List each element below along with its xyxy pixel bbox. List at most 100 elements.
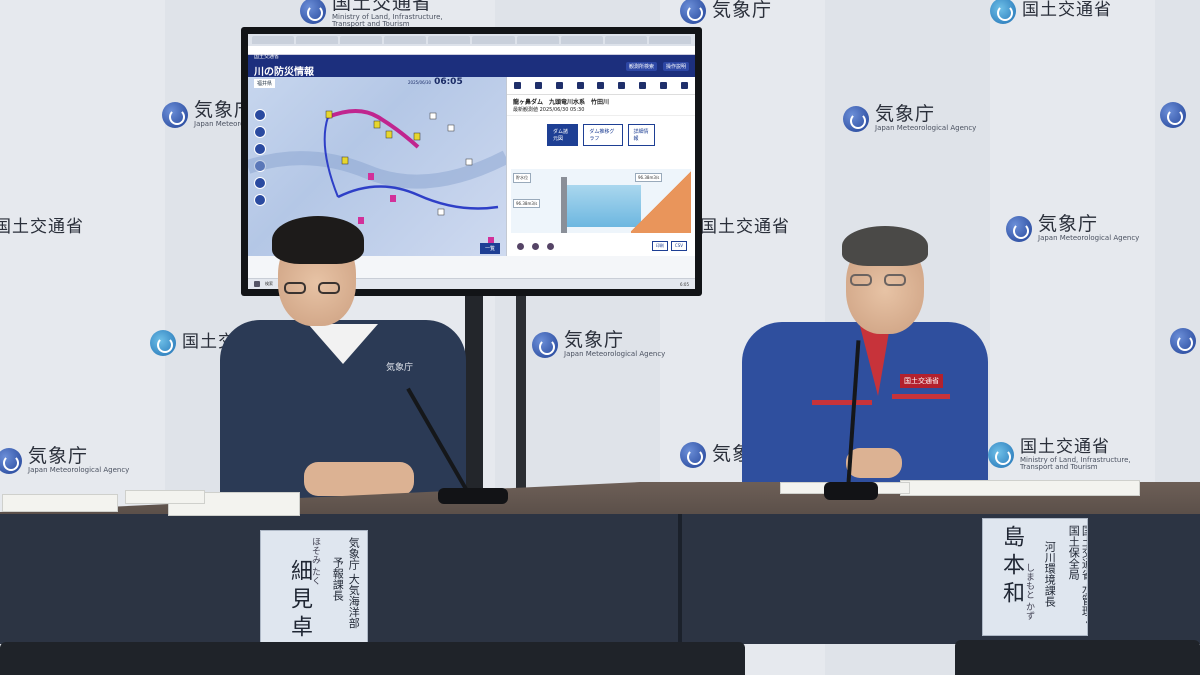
line-icon[interactable]	[547, 243, 554, 250]
backdrop-logo-mlit: 国土交通省	[990, 0, 1140, 34]
jma-logo-icon	[843, 106, 869, 132]
river-route-warning	[327, 109, 420, 149]
nameplate-org: 国土交通省 水管理・国土保全局	[1067, 525, 1088, 628]
browser-address-bar[interactable]	[248, 46, 695, 55]
dam-observed-time: 最新観測値 2025/06/30 05:30	[513, 107, 585, 113]
glasses-right-lens	[884, 274, 906, 286]
logo-text: 国土交通省	[1020, 436, 1110, 457]
dam-diagram: 貯水位 96.38m3/s 96.38m3/s	[511, 169, 691, 233]
document-sheet	[125, 490, 205, 504]
logo-text: 国土交通省	[332, 0, 433, 14]
export-buttons: 印刷 CSV	[651, 241, 687, 251]
browser-tab[interactable]	[340, 36, 383, 44]
nameplate-org: 気象庁 大気海洋部	[347, 537, 361, 629]
logo-text: 気象庁	[712, 0, 773, 22]
jma-logo-icon	[0, 448, 22, 474]
station-search-button[interactable]: 観測所検索	[625, 61, 657, 71]
tide-icon[interactable]	[660, 82, 668, 89]
browser-tab[interactable]	[648, 36, 691, 44]
microphone-base	[824, 482, 878, 500]
nameplate-role: 予報課長	[331, 557, 345, 601]
jma-logo-icon	[532, 332, 558, 358]
reservoir-water	[567, 185, 641, 227]
browser-tab[interactable]	[472, 36, 515, 44]
logo-subtext: Ministry of Land, Infrastructure, Transp…	[1020, 455, 1131, 471]
dam-wall	[561, 177, 567, 233]
uniform-stripe	[892, 394, 950, 399]
dam-info-panel: 龍ヶ鼻ダム 九頭竜川水系 竹田川 最新観測値 2025/06/30 05:30 …	[506, 77, 695, 256]
browser-tab[interactable]	[252, 36, 295, 44]
print-button[interactable]: 印刷	[651, 241, 668, 251]
category-icons	[507, 77, 695, 95]
backdrop-logo-mlit: 国土交通省 Ministry of Land, Infrastructure, T…	[988, 432, 1138, 478]
browser-tab[interactable]	[296, 36, 339, 44]
glasses-right-lens	[318, 282, 340, 294]
foreground-chair	[0, 642, 745, 675]
jma-logo-icon	[1170, 328, 1196, 354]
home-icon[interactable]	[597, 82, 605, 89]
backdrop-logo-jma	[1160, 92, 1200, 138]
person-right-mlit-official: 国土交通省	[742, 222, 992, 492]
hands	[304, 462, 414, 496]
browser-tab[interactable]	[428, 36, 471, 44]
csv-button[interactable]: CSV	[670, 241, 687, 251]
chest-badge: 気象庁	[386, 363, 414, 373]
list-button[interactable]: 一覧	[479, 243, 500, 254]
facebook-icon[interactable]	[517, 243, 524, 250]
tab-dam-graph[interactable]: ダム推移グラフ	[583, 124, 623, 146]
logo-text: 気象庁	[564, 329, 625, 352]
camera-icon[interactable]	[618, 82, 626, 89]
inflow-value: 96.38m3/s	[635, 173, 663, 182]
river-icon[interactable]	[555, 82, 563, 89]
person-left-jma-official: 気象庁	[218, 210, 468, 510]
nameplate-left: 気象庁 大気海洋部 予報課長 ほそみ たく 細見卓	[260, 530, 368, 646]
logo-text: 国土交通省	[0, 217, 84, 238]
chest-patch: 国土交通省	[900, 374, 943, 388]
glasses-left-lens	[850, 274, 872, 286]
jma-logo-icon	[1006, 216, 1032, 242]
hair	[842, 226, 928, 266]
nameplate-right: 国土交通省 水管理・国土保全局 河川環境課長 しまもと かず 島本和	[982, 518, 1088, 636]
share-links	[517, 243, 554, 250]
nameplate-role: 河川環境課長	[1043, 541, 1057, 607]
x-icon[interactable]	[532, 243, 539, 250]
hands	[846, 448, 902, 478]
tab-dam-diagram[interactable]: ダム諸元図	[547, 124, 579, 146]
logo-subtext: Japan Meteorological Agency	[1038, 234, 1140, 243]
microphone-base	[438, 488, 508, 504]
logo-subtext: Japan Meteorological Agency	[564, 350, 666, 359]
logo-text: 気象庁	[28, 445, 89, 468]
dam-tabs: ダム諸元図 ダム推移グラフ 詳細情報	[507, 116, 695, 150]
help-button[interactable]: 操作説明	[662, 61, 689, 71]
browser-tab[interactable]	[604, 36, 647, 44]
backdrop-logo-jma: 気象庁Japan Meteorological Agency	[1006, 206, 1156, 252]
browser-tab[interactable]	[560, 36, 603, 44]
outflow-value: 96.38m3/s	[513, 199, 541, 208]
backdrop-logo-jma: 気象庁Japan Meteorological Agency	[843, 96, 993, 142]
dam-icon[interactable]	[576, 82, 584, 89]
logo-text: 気象庁	[1038, 213, 1099, 236]
nameplate-name: 細見卓	[287, 559, 312, 643]
site-header: 国土交通省 川の防災情報 観測所検索 操作説明	[248, 54, 695, 78]
glasses-left-lens	[284, 282, 306, 294]
uniform-stripe	[812, 400, 872, 405]
browser-tab[interactable]	[516, 36, 559, 44]
tool-icon[interactable]	[680, 82, 688, 89]
warning-icon[interactable]	[513, 82, 521, 89]
mlit-logo-icon	[300, 0, 326, 24]
dam-header: 龍ヶ鼻ダム 九頭竜川水系 竹田川 最新観測値 2025/06/30 05:30	[507, 95, 695, 116]
browser-tabbar	[248, 34, 695, 46]
rain-icon[interactable]	[534, 82, 542, 89]
hair	[272, 216, 364, 264]
foreground-chair	[955, 640, 1200, 675]
backdrop-logo-jma	[1170, 318, 1200, 364]
snow-icon[interactable]	[639, 82, 647, 89]
browser-tab[interactable]	[384, 36, 427, 44]
storage-label: 貯水位	[513, 173, 531, 183]
river-route	[337, 185, 499, 210]
tab-dam-detail[interactable]: 詳細情報	[627, 124, 655, 146]
taskbar-clock: 6:05	[680, 281, 689, 287]
backdrop-logo-mlit: 国土交通省	[0, 205, 144, 251]
monitor-stand-rear	[516, 296, 526, 496]
backdrop-logo-jma: 気象庁	[680, 0, 830, 34]
